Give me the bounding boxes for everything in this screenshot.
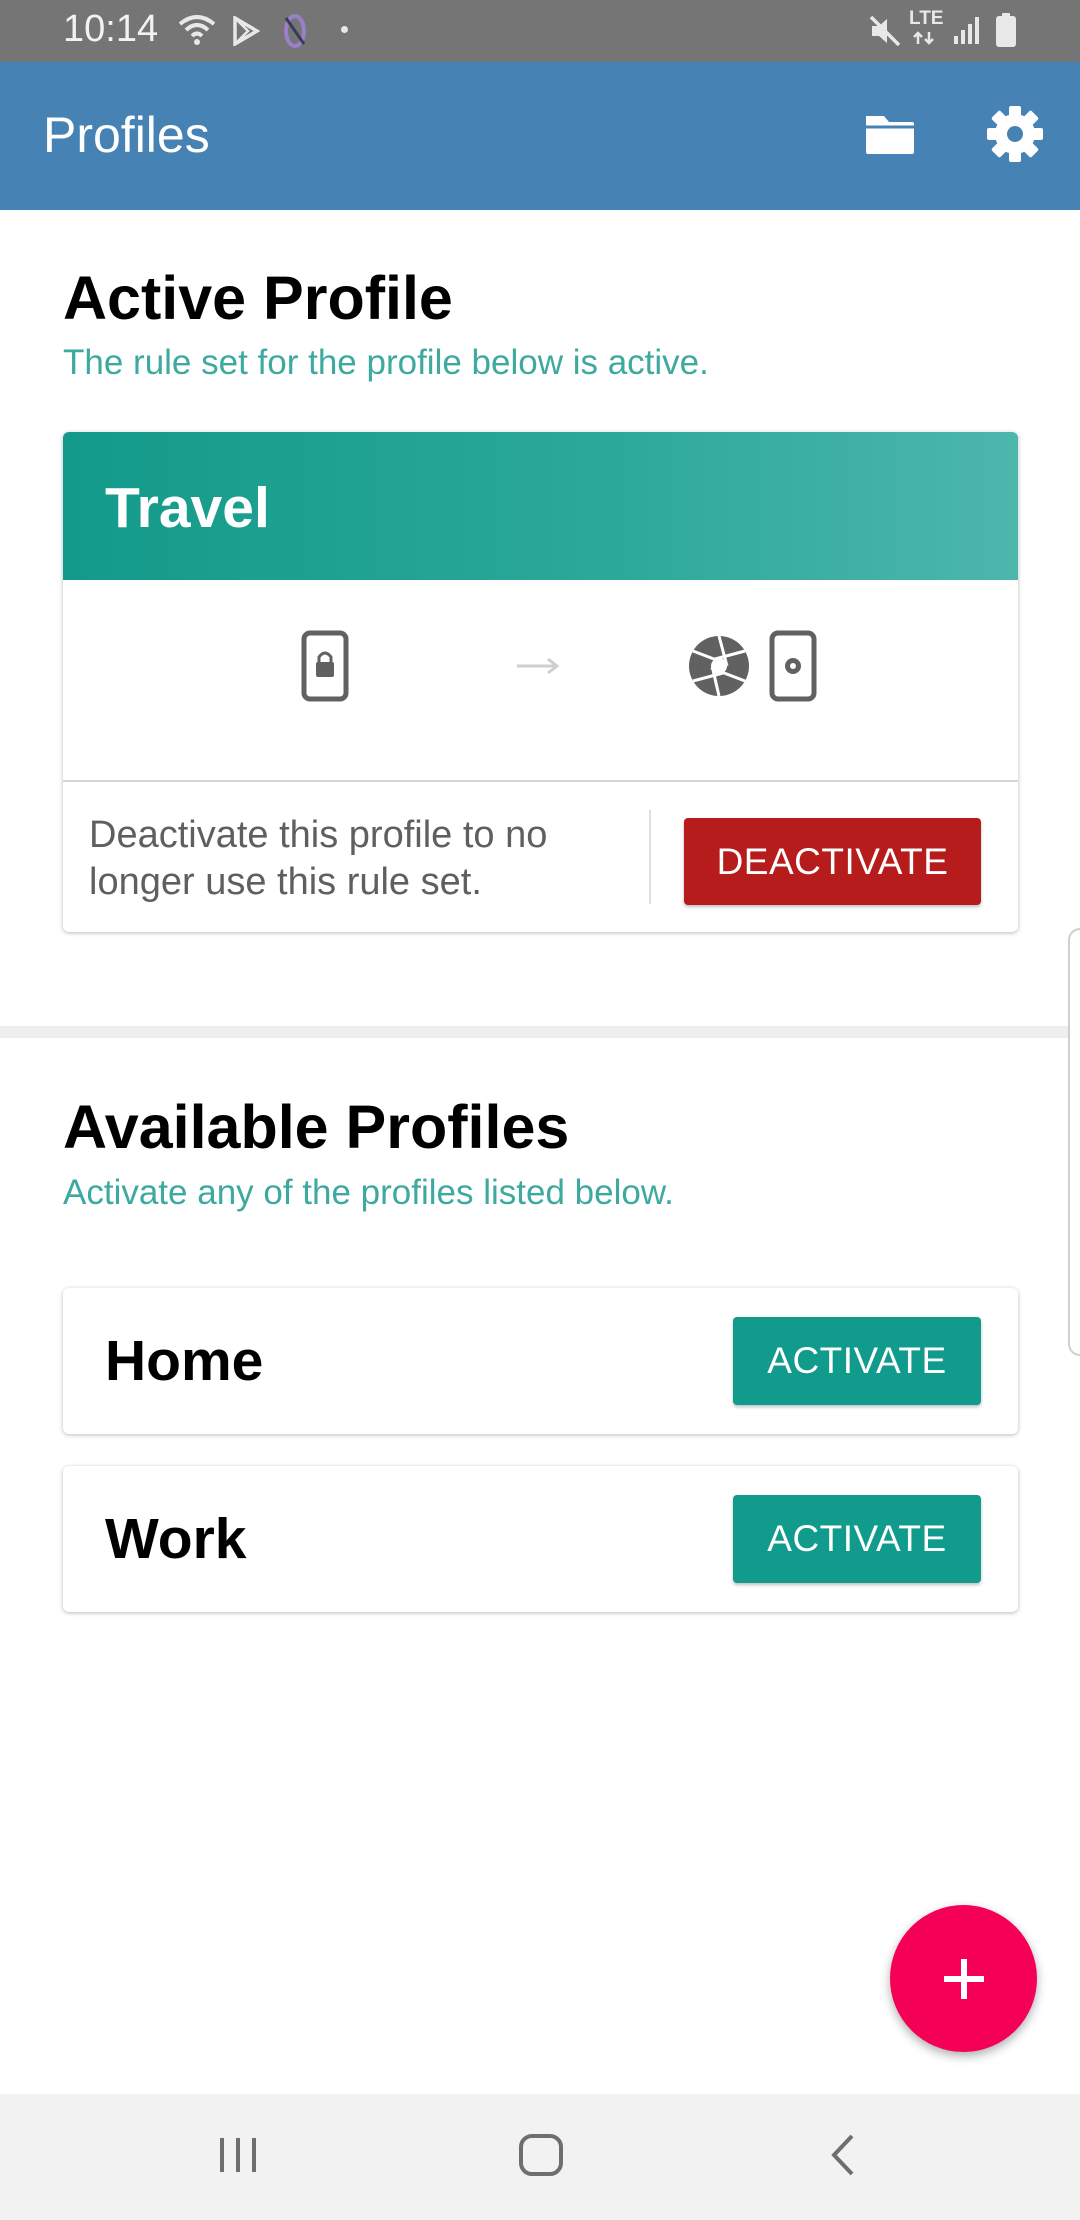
available-profiles-subtitle: Activate any of the profiles listed belo… <box>63 1173 674 1212</box>
profile-card-work[interactable]: Work ACTIVATE <box>63 1466 1018 1612</box>
gear-icon <box>987 106 1043 162</box>
folder-icon <box>866 116 914 154</box>
data-activity-icon <box>913 31 934 45</box>
deactivate-description: Deactivate this profile to no longer use… <box>89 814 548 903</box>
vertical-divider <box>649 810 651 904</box>
folder-button[interactable] <box>862 106 918 162</box>
signal-icon <box>954 17 979 44</box>
app-bar: Profiles <box>0 62 1080 210</box>
add-profile-button[interactable] <box>890 1905 1037 2052</box>
app-notification-icon <box>284 14 306 48</box>
home-icon <box>519 2134 563 2176</box>
recent-apps-button[interactable] <box>216 2130 260 2185</box>
deactivate-row: Deactivate this profile to no longer use… <box>63 784 1018 932</box>
back-button[interactable] <box>826 2130 862 2185</box>
profiles-screen: 10:14 LTE Profiles Active Profile The ru… <box>0 0 1080 2220</box>
more-notifications-dot-icon <box>341 26 348 33</box>
profile-name: Work <box>105 1507 247 1571</box>
page-title: Profiles <box>43 107 210 163</box>
activate-button-work[interactable]: ACTIVATE <box>733 1495 981 1583</box>
phone-lock-icon <box>301 630 349 702</box>
network-type-label: LTE <box>909 8 944 29</box>
deactivate-button[interactable]: DEACTIVATE <box>684 818 981 905</box>
settings-button[interactable] <box>985 104 1045 164</box>
plus-icon <box>943 1958 984 1999</box>
home-button[interactable] <box>517 2130 565 2185</box>
rule-summary-row <box>63 582 1018 782</box>
active-profile-subtitle: The rule set for the profile below is ac… <box>63 343 709 382</box>
section-divider <box>0 1026 1080 1038</box>
battery-icon <box>996 13 1016 47</box>
available-profiles-heading: Available Profiles <box>63 1093 570 1161</box>
profile-card-home[interactable]: Home ACTIVATE <box>63 1288 1018 1434</box>
system-nav-bar <box>0 2094 1080 2220</box>
active-profile-heading: Active Profile <box>63 264 453 332</box>
recent-apps-icon <box>220 2138 256 2172</box>
back-icon <box>831 2134 854 2176</box>
camera-aperture-icon <box>689 635 749 697</box>
active-profile-header[interactable]: Travel <box>63 432 1018 580</box>
status-bar: 10:14 LTE <box>0 0 1080 62</box>
profile-name: Home <box>105 1329 264 1393</box>
active-profile-card: Travel Deactivate this profile to no lon… <box>63 432 1018 932</box>
activate-button-home[interactable]: ACTIVATE <box>733 1317 981 1405</box>
play-store-icon <box>233 16 260 46</box>
edge-panel-handle[interactable] <box>1068 928 1080 1356</box>
active-profile-name: Travel <box>105 476 270 540</box>
wifi-icon <box>178 15 216 45</box>
arrow-right-icon <box>517 657 560 675</box>
phone-camera-icon <box>769 630 817 702</box>
status-time: 10:14 <box>63 8 159 50</box>
mute-icon <box>869 15 901 47</box>
